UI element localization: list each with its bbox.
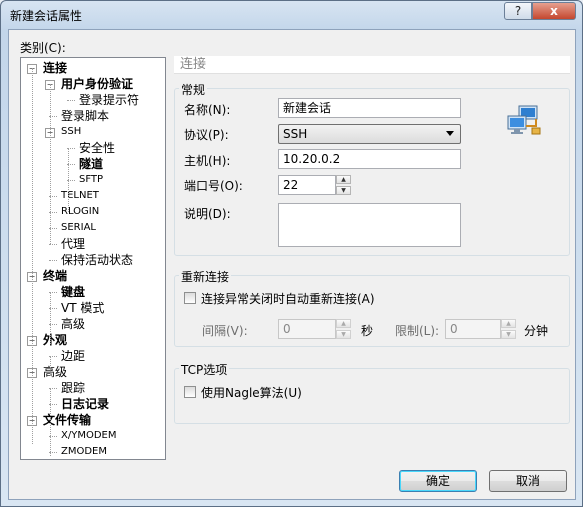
interval-unit: 秒 <box>361 324 374 338</box>
tree-item[interactable]: 日志记录 <box>61 396 109 412</box>
tree-connector <box>50 436 51 456</box>
name-label: 名称(N): <box>184 103 231 117</box>
port-input[interactable]: 22 <box>278 175 336 195</box>
network-computers-icon <box>507 105 541 135</box>
limit-stepper[interactable]: ▲ ▼ <box>501 319 516 339</box>
spin-down-icon[interactable]: ▼ <box>336 330 351 339</box>
auto-reconnect-label[interactable]: 连接异常关闭时自动重新连接(A) <box>201 290 375 307</box>
chevron-down-icon <box>446 131 454 136</box>
tree-connector <box>50 292 51 344</box>
description-textarea[interactable] <box>278 203 461 247</box>
protocol-label: 协议(P): <box>184 128 229 142</box>
tree-item[interactable]: 高级 <box>43 364 67 380</box>
ok-button[interactable]: 确定 <box>399 470 477 492</box>
general-group-title: 常规 <box>179 81 208 98</box>
limit-label: 限制(L): <box>395 324 440 338</box>
tree-item[interactable]: TELNET <box>61 188 99 204</box>
tree-item[interactable]: 键盘 <box>61 284 85 300</box>
dialog-client: 类别(C): − 连接 − 用户身份验证 登录提示符 登录脚本 − SSH 安全性 隧道 SFTP T… <box>8 29 576 500</box>
host-label: 主机(H): <box>184 154 231 168</box>
name-input[interactable]: 新建会话 <box>278 98 461 118</box>
tree-item[interactable]: RLOGIN <box>61 204 99 220</box>
window-title: 新建会话属性 <box>10 9 83 23</box>
tree-item[interactable]: SFTP <box>79 172 103 188</box>
interval-label: 间隔(V): <box>202 324 248 338</box>
tree-item[interactable]: SSH <box>61 124 81 140</box>
interval-input[interactable]: 0 <box>278 319 336 339</box>
category-label: 类别(C): <box>20 41 66 55</box>
tree-item[interactable]: 保持活动状态 <box>61 252 133 268</box>
nagle-label[interactable]: 使用Nagle算法(U) <box>201 384 302 401</box>
auto-reconnect-checkbox[interactable] <box>184 292 196 304</box>
nagle-checkbox[interactable] <box>184 386 196 398</box>
tree-connector <box>50 356 51 376</box>
description-label: 说明(D): <box>184 207 231 221</box>
tree-item[interactable]: 登录脚本 <box>61 108 109 124</box>
tree-item[interactable]: 隧道 <box>79 156 103 172</box>
tree-item[interactable]: 边距 <box>61 348 85 364</box>
tree-item[interactable]: 终端 <box>43 268 67 284</box>
interval-stepper[interactable]: ▲ ▼ <box>336 319 351 339</box>
tree-connector <box>49 260 57 261</box>
cancel-button[interactable]: 取消 <box>489 470 567 492</box>
title-bar[interactable]: 新建会话属性 ? x <box>1 1 583 29</box>
tree-item[interactable]: 跟踪 <box>61 380 85 396</box>
close-button[interactable]: x <box>532 2 576 20</box>
tree-item[interactable]: 高级 <box>61 316 85 332</box>
tree-item[interactable]: 外观 <box>43 332 67 348</box>
spin-down-icon[interactable]: ▼ <box>336 186 351 195</box>
tree-connector <box>68 148 69 212</box>
reconnect-group-title: 重新连接 <box>179 268 232 285</box>
panel-header: 连接 <box>174 56 570 74</box>
tree-connector <box>50 84 51 244</box>
spin-up-icon[interactable]: ▲ <box>336 319 351 328</box>
host-input[interactable]: 10.20.0.2 <box>278 149 461 169</box>
tcp-group-title: TCP选项 <box>179 361 230 378</box>
limit-unit: 分钟 <box>524 324 549 338</box>
dialog-window: 新建会话属性 ? x 类别(C): − 连接 − 用户身份验证 登录提示符 登录脚本 − SS… <box>0 0 583 507</box>
protocol-select-value: SSH <box>283 127 308 141</box>
tree-item[interactable]: 安全性 <box>79 140 115 156</box>
port-label: 端口号(O): <box>184 179 243 193</box>
spin-up-icon[interactable]: ▲ <box>501 319 516 328</box>
category-tree[interactable]: − 连接 − 用户身份验证 登录提示符 登录脚本 − SSH 安全性 隧道 SFTP TELNET RL… <box>20 57 166 460</box>
spin-down-icon[interactable]: ▼ <box>501 330 516 339</box>
tree-item[interactable]: 连接 <box>43 60 67 76</box>
protocol-select[interactable]: SSH <box>278 124 461 144</box>
tree-item[interactable]: SERIAL <box>61 220 96 236</box>
tree-item[interactable]: X/YMODEM <box>61 428 116 444</box>
limit-input[interactable]: 0 <box>445 319 501 339</box>
tree-connector <box>67 100 75 101</box>
tree-item[interactable]: VT 模式 <box>61 300 104 316</box>
tree-connector <box>32 68 33 444</box>
tree-item[interactable]: 登录提示符 <box>79 92 139 108</box>
tree-connector <box>49 244 57 245</box>
port-stepper[interactable]: ▲ ▼ <box>336 175 351 195</box>
tree-item[interactable]: 用户身份验证 <box>61 76 133 92</box>
tree-item[interactable]: 代理 <box>61 236 85 252</box>
tree-item[interactable]: ZMODEM <box>61 444 107 459</box>
spin-up-icon[interactable]: ▲ <box>336 175 351 184</box>
help-button[interactable]: ? <box>504 2 532 20</box>
